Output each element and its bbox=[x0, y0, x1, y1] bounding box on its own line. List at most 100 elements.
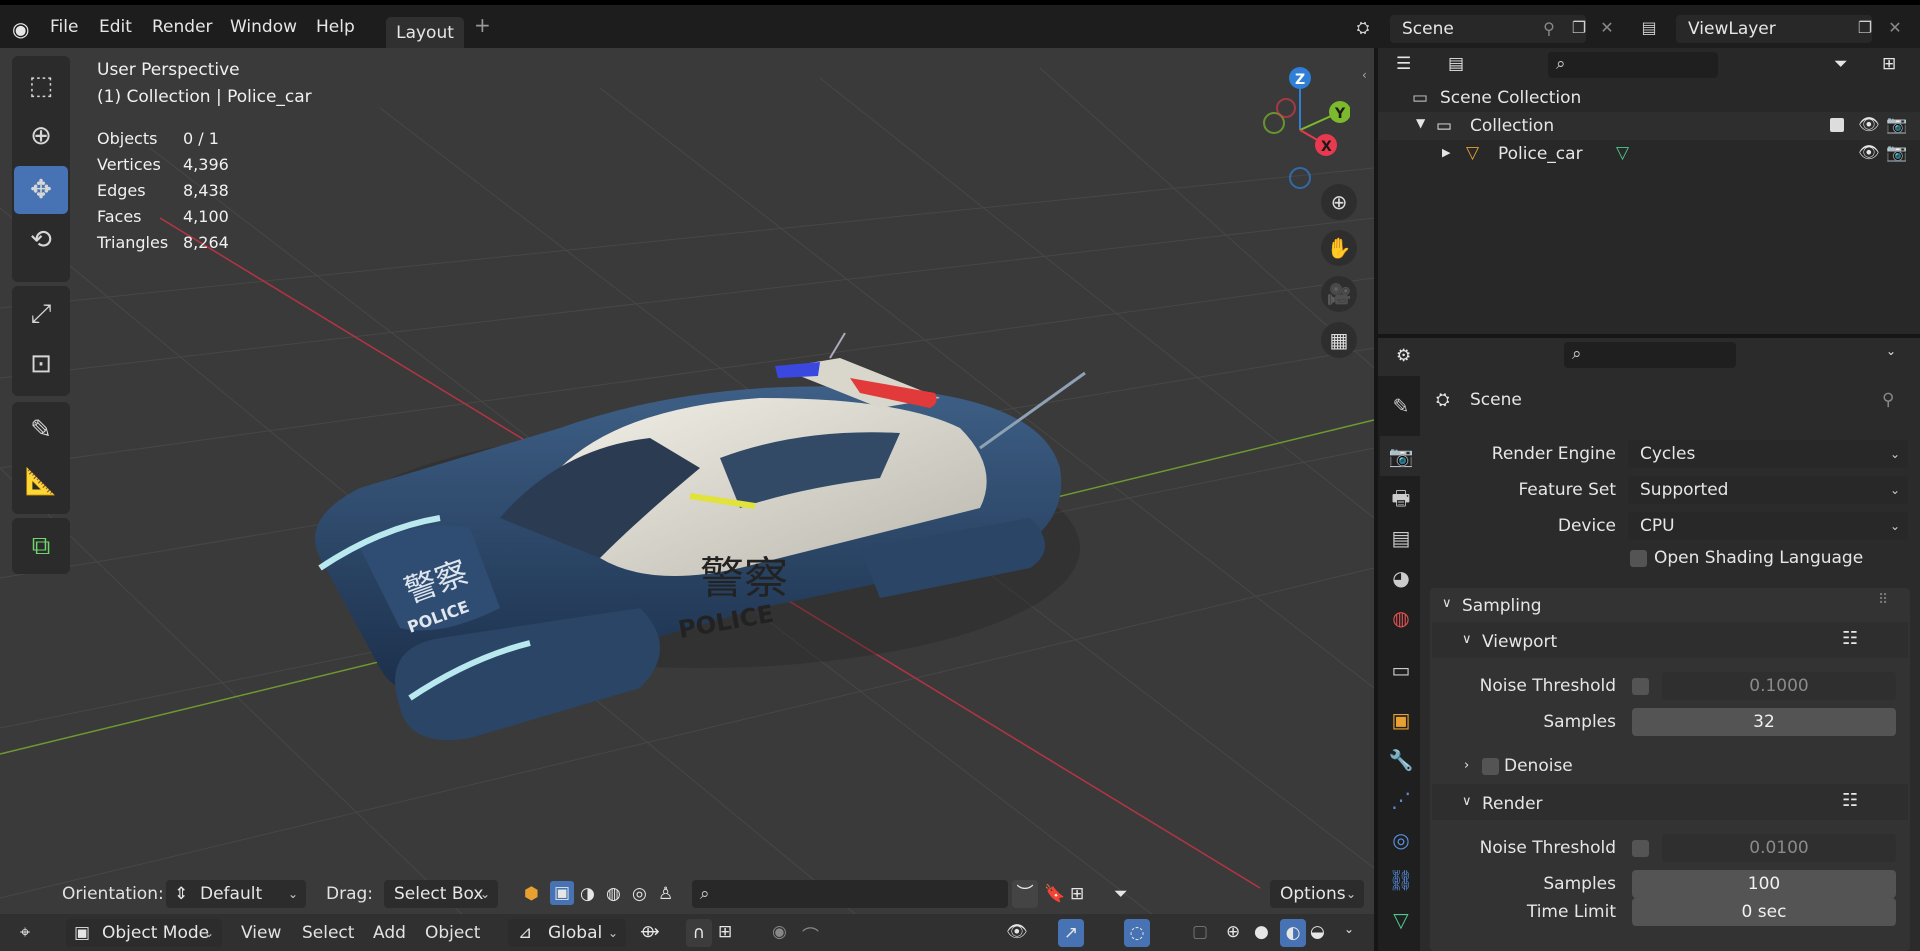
options-dropdown[interactable]: Options ⌄ bbox=[1270, 880, 1364, 908]
output-tab-icon[interactable]: 🖶 bbox=[1380, 478, 1422, 518]
snapping-magnet-icon[interactable]: ∩ bbox=[686, 919, 712, 947]
feature-set-dropdown[interactable]: Supported ⌄ bbox=[1628, 476, 1908, 504]
sidebar-toggle-icon[interactable]: ‹ bbox=[1362, 68, 1367, 82]
viewport-samples-field[interactable]: 32 bbox=[1632, 708, 1896, 736]
chevron-down-icon[interactable]: ∨ bbox=[1462, 632, 1472, 647]
scene-tab-icon[interactable]: ◕ bbox=[1380, 558, 1422, 598]
falloff-icon[interactable]: ⌒ bbox=[802, 922, 819, 947]
outliner-row-collection[interactable]: ▼ ▭ Collection 👁 📷 bbox=[1378, 112, 1920, 140]
eye-icon[interactable]: 👁 bbox=[1858, 115, 1880, 135]
transform-tool[interactable]: ⊡ bbox=[14, 340, 68, 388]
noise-threshold-checkbox[interactable] bbox=[1632, 678, 1649, 695]
tool-search-input[interactable]: ⌕ bbox=[692, 880, 1008, 908]
physics-tab-icon[interactable]: ◎ bbox=[1380, 820, 1422, 860]
transform-orientation-dropdown[interactable]: ⊿ Global ⌄ bbox=[508, 919, 626, 947]
add-cube-tool[interactable]: ⧉ bbox=[14, 522, 68, 570]
camera-icon[interactable]: 📷 bbox=[1886, 115, 1907, 135]
denoise-label[interactable]: Denoise bbox=[1504, 756, 1573, 776]
orientation-dropdown[interactable]: ⇕ Default ⌄ bbox=[166, 880, 306, 908]
menu-edit[interactable]: Edit bbox=[99, 17, 132, 37]
view-layer-tab-icon[interactable]: ▤ bbox=[1380, 518, 1422, 558]
move-tool[interactable]: ✥ bbox=[14, 166, 68, 214]
area-divider[interactable] bbox=[1374, 48, 1378, 951]
menu-select[interactable]: Select bbox=[302, 923, 354, 943]
modifier-tab-icon[interactable]: 🔧 bbox=[1380, 740, 1422, 780]
light-icon[interactable]: ◍ bbox=[606, 884, 621, 904]
scene-browse-icon[interactable]: ⛭ bbox=[1350, 15, 1376, 41]
render-samples-field[interactable]: 100 bbox=[1632, 870, 1896, 898]
constraints-tab-icon[interactable]: ⛓ bbox=[1380, 860, 1422, 900]
menu-view[interactable]: View bbox=[241, 923, 281, 943]
particles-tab-icon[interactable]: ⋰ bbox=[1380, 780, 1422, 820]
gizmo-toggle-icon[interactable]: ↗ bbox=[1058, 919, 1084, 947]
outliner-search-input[interactable]: ⌕ bbox=[1548, 52, 1718, 78]
filter-icon[interactable]: ⏷ bbox=[1114, 884, 1128, 904]
tool-tab-icon[interactable]: ✎ bbox=[1380, 386, 1422, 426]
police-car-model[interactable]: 警察 POLICE 警察 POLICE bbox=[315, 332, 1086, 740]
layout-icon[interactable]: ⊞ bbox=[1070, 884, 1084, 904]
data-tab-icon[interactable]: ▽ bbox=[1380, 900, 1422, 940]
render-tab-icon[interactable]: 📷 bbox=[1380, 436, 1422, 476]
rig-icon[interactable]: ♙ bbox=[658, 884, 673, 904]
scale-tool[interactable]: ⤢ bbox=[14, 290, 68, 338]
chevron-down-icon[interactable]: ∨ bbox=[1442, 596, 1452, 611]
sampling-header[interactable]: Sampling bbox=[1462, 596, 1542, 616]
device-dropdown[interactable]: CPU ⌄ bbox=[1628, 512, 1908, 540]
outliner-row-object[interactable]: ▶ ▽ Police_car ▽ 👁 📷 bbox=[1378, 140, 1920, 168]
chevron-down-icon[interactable]: ⌄ bbox=[1886, 344, 1896, 358]
object-type-icon[interactable]: ⬢ bbox=[524, 884, 539, 904]
drag-dropdown[interactable]: Select Box ⌄ bbox=[384, 880, 498, 908]
noise-threshold-field[interactable]: 0.1000 bbox=[1662, 672, 1896, 700]
xray-icon[interactable]: ▢ bbox=[1192, 922, 1208, 942]
cursor-tool[interactable]: ⊕ bbox=[14, 112, 68, 160]
object-tab-icon[interactable]: ▣ bbox=[1380, 700, 1422, 740]
outliner-row-scene-collection[interactable]: ▭ Scene Collection bbox=[1378, 84, 1920, 112]
new-collection-icon[interactable]: ⊞ bbox=[1882, 54, 1896, 74]
camera-view-icon[interactable]: 🎥 bbox=[1321, 276, 1357, 312]
annotate-tool[interactable]: ✎ bbox=[14, 406, 68, 454]
render-noise-threshold-checkbox[interactable] bbox=[1632, 840, 1649, 857]
proportional-editing-icon[interactable]: ◉ bbox=[772, 922, 787, 942]
tab-layout[interactable]: Layout bbox=[386, 17, 464, 49]
wireframe-shading-icon[interactable]: ⊕ bbox=[1226, 922, 1240, 942]
shading-options-chevron-icon[interactable]: ⌄ bbox=[1344, 922, 1354, 936]
menu-render[interactable]: Render bbox=[152, 17, 213, 37]
new-scene-icon[interactable]: ❐ bbox=[1566, 15, 1592, 41]
rendered-shading-icon[interactable]: ◒ bbox=[1310, 922, 1325, 942]
denoise-checkbox[interactable] bbox=[1482, 758, 1499, 775]
viewlayer-browse-icon[interactable]: ▤ bbox=[1636, 15, 1662, 41]
preset-list-icon[interactable]: ☷ bbox=[1842, 790, 1858, 811]
area-divider[interactable] bbox=[1378, 334, 1920, 338]
pivot-point-icon[interactable]: ⟴ bbox=[640, 922, 660, 942]
menu-window[interactable]: Window bbox=[230, 17, 297, 37]
menu-add[interactable]: Add bbox=[373, 923, 406, 943]
snap-icon[interactable]: ︶ bbox=[1012, 880, 1038, 908]
outliner-editor-icon[interactable]: ☰ bbox=[1396, 54, 1411, 74]
delete-viewlayer-icon[interactable]: ✕ bbox=[1882, 15, 1908, 41]
filter-icon[interactable]: ⏷ bbox=[1834, 54, 1848, 74]
menu-help[interactable]: Help bbox=[316, 17, 355, 37]
render-subpanel-title[interactable]: Render bbox=[1482, 794, 1543, 814]
perspective-grid-icon[interactable]: ▦ bbox=[1321, 322, 1357, 358]
zoom-icon[interactable]: ⊕ bbox=[1321, 184, 1357, 220]
display-mode-icon[interactable]: ▤ bbox=[1448, 54, 1464, 74]
solid-shading-icon[interactable]: ● bbox=[1254, 922, 1269, 942]
blender-logo-icon[interactable]: ◉ bbox=[12, 17, 29, 41]
delete-scene-icon[interactable]: ✕ bbox=[1594, 15, 1620, 41]
properties-editor-icon[interactable]: ⚙ bbox=[1396, 346, 1411, 366]
material-icon[interactable]: ◑ bbox=[580, 884, 595, 904]
snap-target-icon[interactable]: ⊞ bbox=[718, 922, 732, 942]
camera-icon[interactable]: 📷 bbox=[1886, 143, 1907, 163]
render-engine-dropdown[interactable]: Cycles ⌄ bbox=[1628, 440, 1908, 468]
world-tab-icon[interactable]: ◍ bbox=[1380, 598, 1422, 638]
time-limit-field[interactable]: 0 sec bbox=[1632, 898, 1896, 926]
pin-icon[interactable]: ⚲ bbox=[1536, 16, 1562, 42]
chevron-right-icon[interactable]: › bbox=[1464, 758, 1469, 773]
mode-dropdown[interactable]: ▣ Object Mode ⌄ bbox=[66, 919, 222, 947]
pin-icon[interactable]: ⚲ bbox=[1882, 390, 1894, 410]
expand-arrow-icon[interactable]: ▶ bbox=[1442, 146, 1450, 159]
render-noise-threshold-field[interactable]: 0.0100 bbox=[1662, 834, 1896, 862]
measure-tool[interactable]: 📐 bbox=[14, 458, 68, 506]
osl-checkbox[interactable] bbox=[1630, 550, 1647, 567]
preset-list-icon[interactable]: ☷ bbox=[1842, 628, 1858, 649]
